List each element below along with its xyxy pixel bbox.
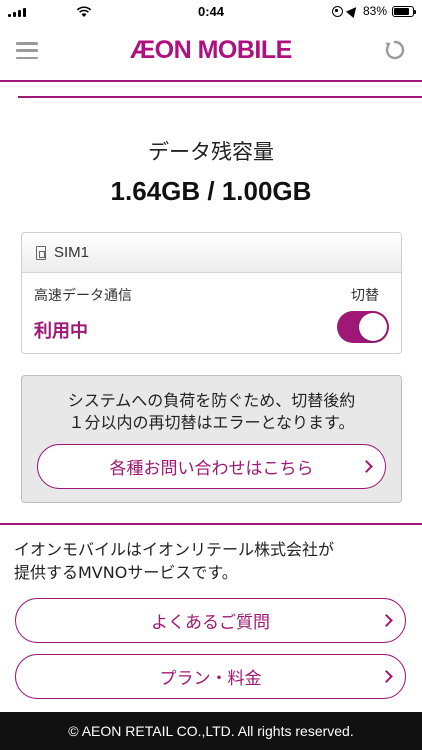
sub-header-divider — [18, 96, 422, 98]
notice-text: システムへの負荷を防ぐため、切替後約 １分以内の再切替はエラーとなります。 — [22, 390, 401, 434]
service-info-text: イオンモバイルはイオンリテール株式会社が 提供するMVNOサービスです。 — [14, 538, 414, 584]
chevron-right-icon — [380, 669, 393, 683]
high-speed-toggle[interactable] — [337, 311, 389, 343]
usage-status: 利用中 — [34, 321, 88, 342]
switch-label: 切替 — [351, 288, 379, 304]
rotation-lock-icon — [331, 5, 343, 17]
notice-text-line1: システムへの負荷を防ぐため、切替後約 — [67, 391, 356, 410]
chevron-right-icon — [380, 613, 393, 627]
notice-box: システムへの負荷を防ぐため、切替後約 １分以内の再切替はエラーとなります。 各種… — [21, 375, 402, 503]
app-header: ÆON MOBILE — [0, 24, 422, 80]
service-info-line1: イオンモバイルはイオンリテール株式会社が — [14, 540, 335, 559]
plan-pricing-button-label: プラン・料金 — [159, 669, 262, 689]
plan-pricing-button[interactable]: プラン・料金 — [15, 654, 406, 699]
status-bar: 0:44 83% — [0, 0, 422, 24]
section-divider — [0, 523, 422, 525]
battery-icon — [392, 5, 416, 17]
footer: © AEON RETAIL CO.,LTD. All rights reserv… — [0, 712, 422, 750]
location-icon — [345, 3, 361, 19]
refresh-icon[interactable] — [384, 39, 406, 61]
service-info-line2: 提供するMVNOサービスです。 — [14, 563, 238, 582]
data-remaining-title: データ残容量 — [148, 140, 274, 164]
notice-text-line2: １分以内の再切替はエラーとなります。 — [68, 413, 355, 432]
battery-percent: 83% — [362, 4, 387, 18]
high-speed-data-label: 高速データ通信 — [34, 288, 132, 304]
battery-fill — [394, 7, 409, 15]
logo-text: ÆON MOBILE — [130, 36, 292, 64]
copyright-text: © AEON RETAIL CO.,LTD. All rights reserv… — [68, 723, 354, 739]
contact-button[interactable]: 各種お問い合わせはこちら — [37, 444, 386, 489]
faq-button-label: よくあるご質問 — [151, 613, 270, 633]
status-right: 83% — [331, 3, 416, 19]
aeon-mobile-logo: ÆON MOBILE — [0, 36, 422, 65]
chevron-right-icon — [360, 459, 373, 473]
sim-name: SIM1 — [54, 244, 90, 261]
data-remaining-amount: 1.64GB / 1.00GB — [110, 176, 312, 206]
contact-button-label: 各種お問い合わせはこちら — [109, 459, 314, 479]
toggle-knob — [359, 313, 387, 341]
header-divider — [0, 80, 422, 82]
sim-card-header: SIM1 — [22, 233, 401, 273]
faq-button[interactable]: よくあるご質問 — [15, 598, 406, 643]
sim-card: SIM1 高速データ通信 切替 利用中 — [21, 232, 402, 354]
sim-card-icon — [36, 245, 46, 260]
